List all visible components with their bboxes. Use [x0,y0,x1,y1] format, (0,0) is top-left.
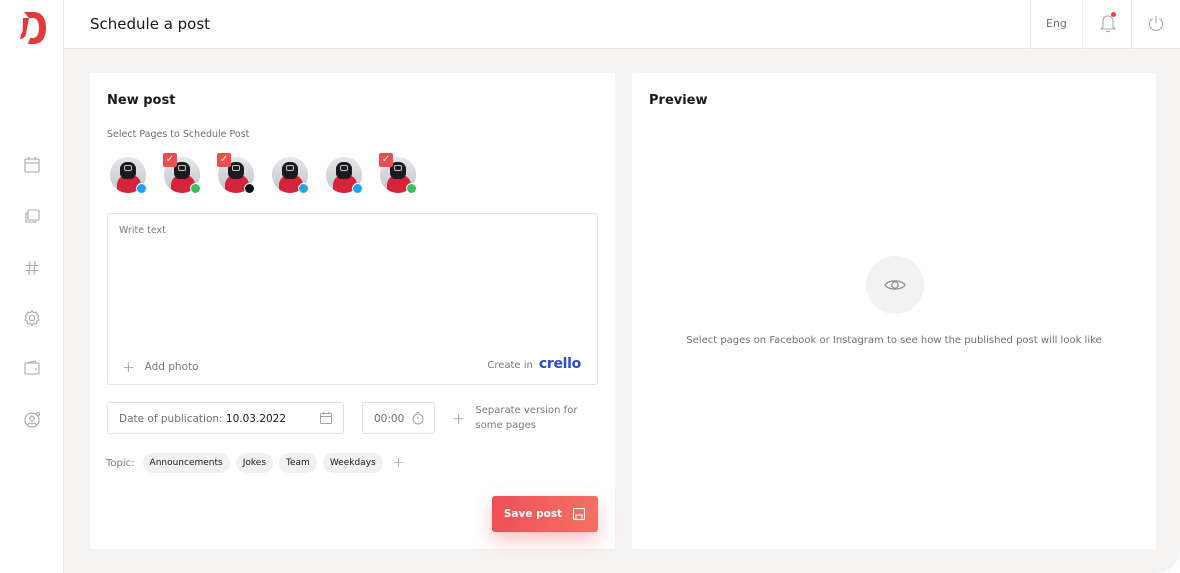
time-field[interactable]: 00:00 [362,402,435,434]
pages-label: Select Pages to Schedule Post [107,129,250,140]
whatsapp-icon [190,183,201,194]
add-photo-button[interactable]: + Add photo [122,358,199,376]
main-content: New post Select Pages to Schedule Post ✓… [64,49,1180,573]
page-avatar-twitter[interactable] [325,153,363,195]
plus-icon: + [122,358,135,376]
topic-label: Topic: [106,457,135,469]
preview-card: Preview Select pages on Facebook or Inst… [632,73,1156,549]
preview-title: Preview [649,93,708,108]
divider [1131,0,1132,49]
date-label: Date of publication: [119,413,223,425]
page-avatar-twitter[interactable] [109,153,147,195]
sidebar [0,0,64,573]
create-in-crello-link[interactable]: Create in crello [487,356,581,372]
topic-tag[interactable]: Team [279,453,317,473]
page-selector: ✓ ✓ ✓ [109,153,439,195]
page-avatar-tiktok[interactable]: ✓ [217,153,255,195]
plus-icon: + [452,408,466,428]
save-icon [573,507,586,521]
stopwatch-icon[interactable] [411,411,425,425]
eye-icon [884,280,906,290]
language-switcher[interactable]: Eng [1046,17,1067,30]
create-in-label: Create in [487,360,533,371]
gear-icon[interactable] [22,308,42,328]
divider [1030,0,1031,49]
twitter-icon [136,183,147,194]
user-settings-icon[interactable] [22,410,42,430]
text-placeholder: Write text [119,225,166,236]
preview-hint: Select pages on Facebook or Instagram to… [686,335,1102,346]
whatsapp-icon [406,183,417,194]
app-logo[interactable] [20,12,46,44]
time-value: 00:00 [374,413,405,425]
new-post-title: New post [107,93,176,108]
twitter-icon [352,183,363,194]
separate-version-label: Separate version for some pages [475,405,578,431]
topic-tag[interactable]: Weekdays [322,453,383,473]
power-icon[interactable] [1146,13,1166,33]
crello-logo: crello [538,356,581,372]
date-of-publication-field[interactable]: Date of publication: 10.03.2022 [107,402,344,434]
top-bar: Schedule a post Eng [64,0,1180,49]
add-topic-button[interactable]: + [393,455,405,471]
telegram-icon [298,183,309,194]
calendar-icon[interactable] [22,155,42,175]
divider [1082,0,1083,49]
date-label-wrap: Date of publication: 10.03.2022 [119,413,286,425]
topic-tag[interactable]: Jokes [235,453,274,473]
checkbox-checked-icon[interactable]: ✓ [163,153,177,167]
page-title: Schedule a post [90,15,211,33]
layers-icon[interactable] [22,206,42,226]
new-post-card: New post Select Pages to Schedule Post ✓… [90,73,615,549]
topic-tag[interactable]: Announcements [142,453,230,473]
separate-version-button[interactable]: + Separate version for some pages [452,403,585,433]
checkbox-checked-icon[interactable]: ✓ [379,153,393,167]
date-value: 10.03.2022 [225,413,287,425]
wallet-icon[interactable] [22,358,42,378]
add-photo-label: Add photo [144,361,199,373]
save-post-label: Save post [503,508,563,520]
page-avatar-whatsapp[interactable]: ✓ [379,153,417,195]
checkbox-checked-icon[interactable]: ✓ [217,153,231,167]
post-text-input[interactable]: Write text + Add photo Create in crello [107,213,598,385]
calendar-icon[interactable] [319,411,333,425]
hashtag-icon[interactable] [22,258,42,278]
page-avatar-whatsapp[interactable]: ✓ [163,153,201,195]
save-post-button[interactable]: Save post [492,496,598,532]
page-avatar-telegram[interactable] [271,153,309,195]
tiktok-icon [244,183,255,194]
preview-placeholder [866,256,924,314]
notification-dot [1111,12,1116,17]
topic-row: Topic: Announcements Jokes Team Weekdays… [106,453,404,473]
